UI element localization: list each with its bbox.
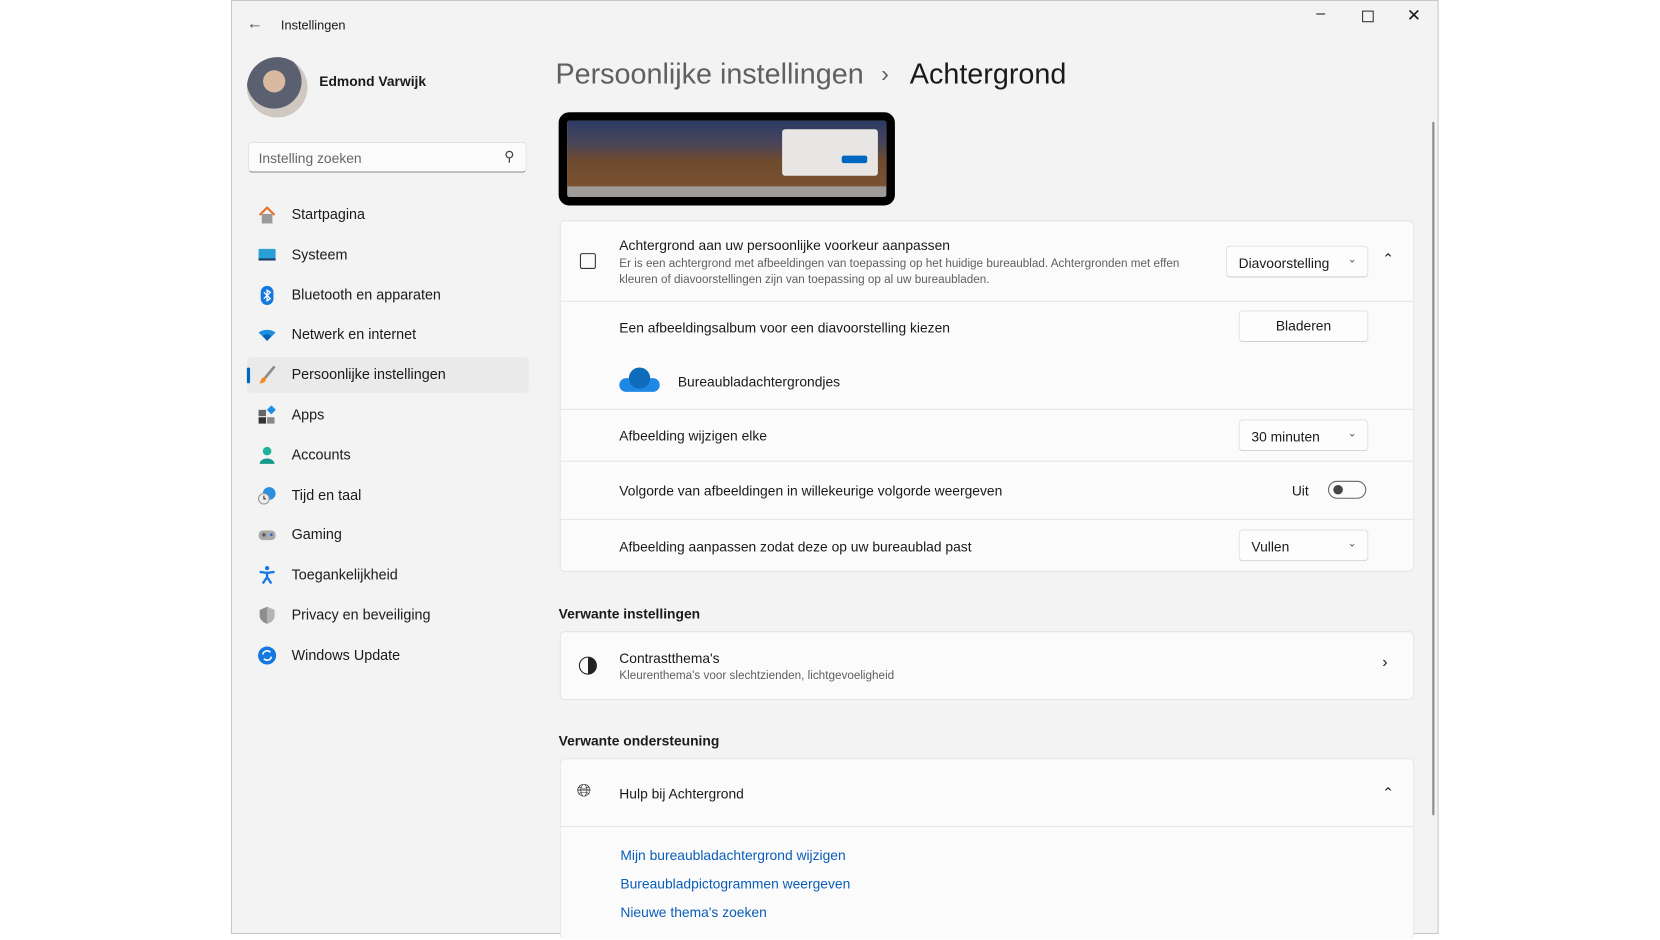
fit-row: Afbeelding aanpassen zodat deze op uw bu… (560, 518, 1414, 571)
sidebar-item-label: Startpagina (291, 206, 366, 223)
sidebar-item-label: Netwerk en internet (291, 326, 417, 343)
sidebar-item-toegankelijkheid[interactable]: Toegankelijkheid (247, 557, 529, 593)
sidebar-item-label: Windows Update (291, 646, 401, 663)
apps-icon (258, 405, 277, 425)
gamepad-icon (258, 526, 277, 545)
breadcrumb-parent[interactable]: Persoonlijke instellingen (555, 58, 863, 91)
update-icon (258, 646, 277, 665)
account-icon (258, 446, 277, 465)
wifi-icon (258, 326, 277, 345)
background-type-dropdown[interactable]: Diavoorstelling ⌄ (1225, 245, 1369, 278)
sidebar-item-gaming[interactable]: Gaming (247, 517, 529, 553)
chevron-down-icon: ⌄ (1347, 427, 1357, 440)
system-icon (258, 245, 277, 264)
bluetooth-icon (258, 285, 277, 305)
interval-dropdown[interactable]: 30 minuten ⌄ (1238, 419, 1369, 452)
help-link[interactable]: Nieuwe thema's zoeken (620, 904, 766, 920)
image-icon (579, 253, 596, 269)
breadcrumb-separator: › (881, 60, 889, 87)
minimize-button[interactable]: – (1316, 4, 1325, 22)
sidebar-item-label: Privacy en beveiliging (291, 606, 431, 623)
maximize-button[interactable] (1362, 10, 1374, 23)
shuffle-state: Uit (1291, 482, 1309, 499)
avatar[interactable] (246, 57, 308, 118)
onedrive-cloud-icon (619, 367, 660, 392)
help-link[interactable]: Bureaubladpictogrammen weergeven (620, 876, 850, 892)
accessibility-icon (258, 566, 277, 585)
sidebar-item-windows-update[interactable]: Windows Update (247, 637, 529, 673)
chevron-down-icon: ⌄ (1347, 537, 1357, 550)
sidebar-item-privacy-en-beveiliging[interactable]: Privacy en beveiliging (247, 597, 529, 633)
help-link[interactable]: Mijn bureaubladachtergrond wijzigen (620, 847, 845, 863)
contrast-themes-card[interactable]: Contrastthema's Kleurenthema's voor slec… (559, 631, 1415, 700)
chevron-down-icon: ⌄ (1347, 254, 1357, 266)
sidebar-item-bluetooth-en-apparaten[interactable]: Bluetooth en apparaten (247, 277, 529, 313)
background-description: Er is een achtergrond met afbeeldingen v… (619, 257, 1180, 286)
background-settings-card: Achtergrond aan uw persoonlijke voorkeur… (559, 220, 1415, 572)
window-title: Instellingen (280, 18, 346, 33)
sidebar-item-label: Accounts (291, 446, 351, 463)
contrast-icon (578, 656, 597, 675)
selection-indicator (246, 367, 251, 384)
album-name: Bureaubladachtergrondjes (677, 373, 841, 390)
sidebar-item-accounts[interactable]: Accounts (247, 437, 529, 473)
sidebar-item-label: Bluetooth en apparaten (291, 286, 441, 303)
page-title: Achtergrond (909, 58, 1067, 91)
chevron-right-icon: › (1382, 653, 1388, 672)
album-row: Een afbeeldingsalbum voor een diavoorste… (560, 300, 1414, 410)
scrollbar[interactable] (1432, 121, 1435, 816)
clock-globe-icon (258, 486, 277, 505)
sidebar-item-label: Systeem (291, 246, 348, 263)
wallpaper-preview (558, 112, 895, 206)
sidebar-item-label: Persoonlijke instellingen (291, 366, 446, 383)
search-icon: ⚲ (504, 148, 516, 165)
fit-dropdown[interactable]: Vullen ⌄ (1238, 529, 1369, 562)
close-button[interactable]: ✕ (1407, 5, 1421, 26)
user-name: Edmond Varwijk (319, 73, 427, 89)
search-input[interactable]: Instelling zoeken ⚲ (247, 141, 527, 173)
sidebar-item-apps[interactable]: Apps (247, 397, 529, 433)
help-card: 🌐︎ Hulp bij Achtergrond ⌃ Mijn bureaubla… (559, 758, 1415, 940)
browse-button[interactable]: Bladeren (1238, 310, 1369, 343)
related-support-heading: Verwante ondersteuning (558, 732, 720, 749)
sidebar-item-label: Apps (291, 406, 325, 423)
brush-icon (258, 365, 277, 385)
sidebar-item-netwerk-en-internet[interactable]: Netwerk en internet (247, 317, 529, 353)
sidebar-item-label: Toegankelijkheid (291, 566, 398, 583)
interval-row: Afbeelding wijzigen elke 30 minuten ⌄ (560, 408, 1414, 462)
back-arrow-icon[interactable]: ← (247, 15, 263, 33)
shuffle-toggle[interactable] (1327, 480, 1367, 499)
sidebar-item-systeem[interactable]: Systeem (247, 237, 529, 273)
collapse-chevron-up-icon[interactable]: ⌃ (1382, 251, 1394, 268)
sidebar-item-label: Tijd en taal (291, 486, 362, 503)
related-settings-heading: Verwante instellingen (558, 605, 701, 622)
help-title[interactable]: Hulp bij Achtergrond (619, 786, 744, 802)
background-title: Achtergrond aan uw persoonlijke voorkeur… (619, 237, 950, 254)
home-icon (258, 205, 277, 224)
collapse-chevron-up-icon[interactable]: ⌃ (1382, 785, 1394, 802)
shield-icon (258, 606, 277, 625)
shuffle-row: Volgorde van afbeeldingen in willekeurig… (560, 460, 1414, 520)
sidebar-item-startpagina[interactable]: Startpagina (247, 197, 529, 233)
sidebar-item-label: Gaming (291, 526, 342, 543)
sidebar-item-persoonlijke-instellingen[interactable]: Persoonlijke instellingen (246, 357, 529, 394)
globe-icon: 🌐︎ (576, 780, 592, 801)
sidebar-item-tijd-en-taal[interactable]: Tijd en taal (247, 477, 529, 513)
